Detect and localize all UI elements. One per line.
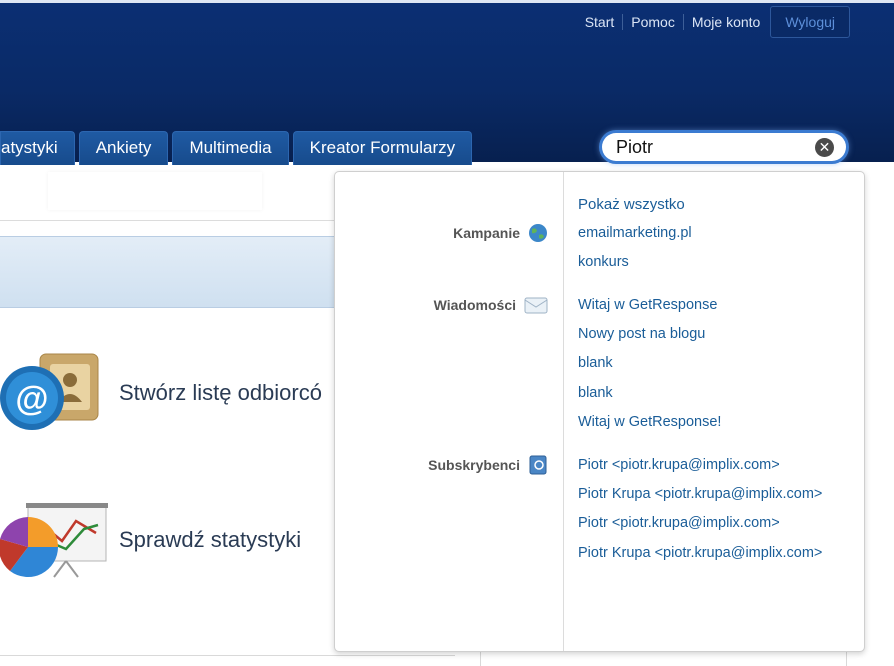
tab-ankiety[interactable]: Ankiety <box>78 131 169 165</box>
category-subskrybenci: Subskrybenci <box>428 455 548 475</box>
logout-button[interactable]: Wyloguj <box>770 6 850 38</box>
divider <box>0 220 340 221</box>
category-kampanie: Kampanie <box>453 223 548 243</box>
category-wiadomosci: Wiadomości <box>434 295 548 315</box>
check-stats-title[interactable]: Sprawdź statystyki <box>119 527 301 553</box>
bottom-divider-mid <box>480 650 481 666</box>
result-wiadomosc[interactable]: Nowy post na blogu <box>578 326 705 342</box>
result-wiadomosc[interactable]: blank <box>578 355 613 371</box>
message-icon <box>524 297 548 314</box>
address-book-icon <box>529 455 547 475</box>
result-subskrybent[interactable]: Piotr <piotr.krupa@implix.com> <box>578 457 780 473</box>
header-bar: Start Pomoc Moje konto Wyloguj atystyki … <box>0 0 894 165</box>
tab-statystyki[interactable]: atystyki <box>0 131 75 165</box>
result-subskrybent[interactable]: Piotr Krupa <piotr.krupa@implix.com> <box>578 486 822 502</box>
result-subskrybent[interactable]: Piotr Krupa <piotr.krupa@implix.com> <box>578 545 822 561</box>
account-link[interactable]: Moje konto <box>682 14 768 30</box>
statistics-chart-icon[interactable] <box>0 503 108 583</box>
svg-text:@: @ <box>15 380 48 418</box>
result-wiadomosc[interactable]: Witaj w GetResponse! <box>578 414 721 430</box>
blank-area <box>689 590 791 622</box>
category-label: Kampanie <box>453 225 520 241</box>
result-wiadomosc[interactable]: Witaj w GetResponse <box>578 297 717 313</box>
result-kampania[interactable]: emailmarketing.pl <box>578 225 692 241</box>
blank-panel <box>48 172 262 210</box>
blank-area <box>571 597 671 625</box>
section-header-bar <box>0 236 336 308</box>
result-wiadomosc[interactable]: blank <box>578 385 613 401</box>
search-input[interactable] <box>616 136 806 158</box>
create-list-title[interactable]: Stwórz listę odbiorcó <box>119 380 322 406</box>
dropdown-divider <box>563 172 564 651</box>
result-kampania[interactable]: konkurs <box>578 254 629 270</box>
main-tabs: atystyki Ankiety Multimedia Kreator Form… <box>0 131 476 165</box>
search-results-dropdown: Pokaż wszystko Kampanie emailmarketing.p… <box>334 171 865 652</box>
tab-multimedia[interactable]: Multimedia <box>172 131 289 165</box>
start-link[interactable]: Start <box>577 14 623 30</box>
category-label: Subskrybenci <box>428 457 520 473</box>
top-links: Start Pomoc Moje konto Wyloguj <box>577 6 850 38</box>
category-label: Wiadomości <box>433 297 516 313</box>
tab-kreator-formularzy[interactable]: Kreator Formularzy <box>292 131 473 165</box>
show-all-link[interactable]: Pokaż wszystko <box>578 196 685 213</box>
bottom-divider-left <box>0 655 455 656</box>
help-link[interactable]: Pomoc <box>622 14 683 30</box>
clear-icon[interactable]: ✕ <box>815 138 834 157</box>
search-box: ✕ <box>602 133 846 161</box>
contacts-at-icon[interactable]: @ <box>0 352 104 436</box>
result-subskrybent[interactable]: Piotr <piotr.krupa@implix.com> <box>578 515 780 531</box>
bottom-divider-right <box>846 650 847 666</box>
globe-icon <box>529 224 547 242</box>
